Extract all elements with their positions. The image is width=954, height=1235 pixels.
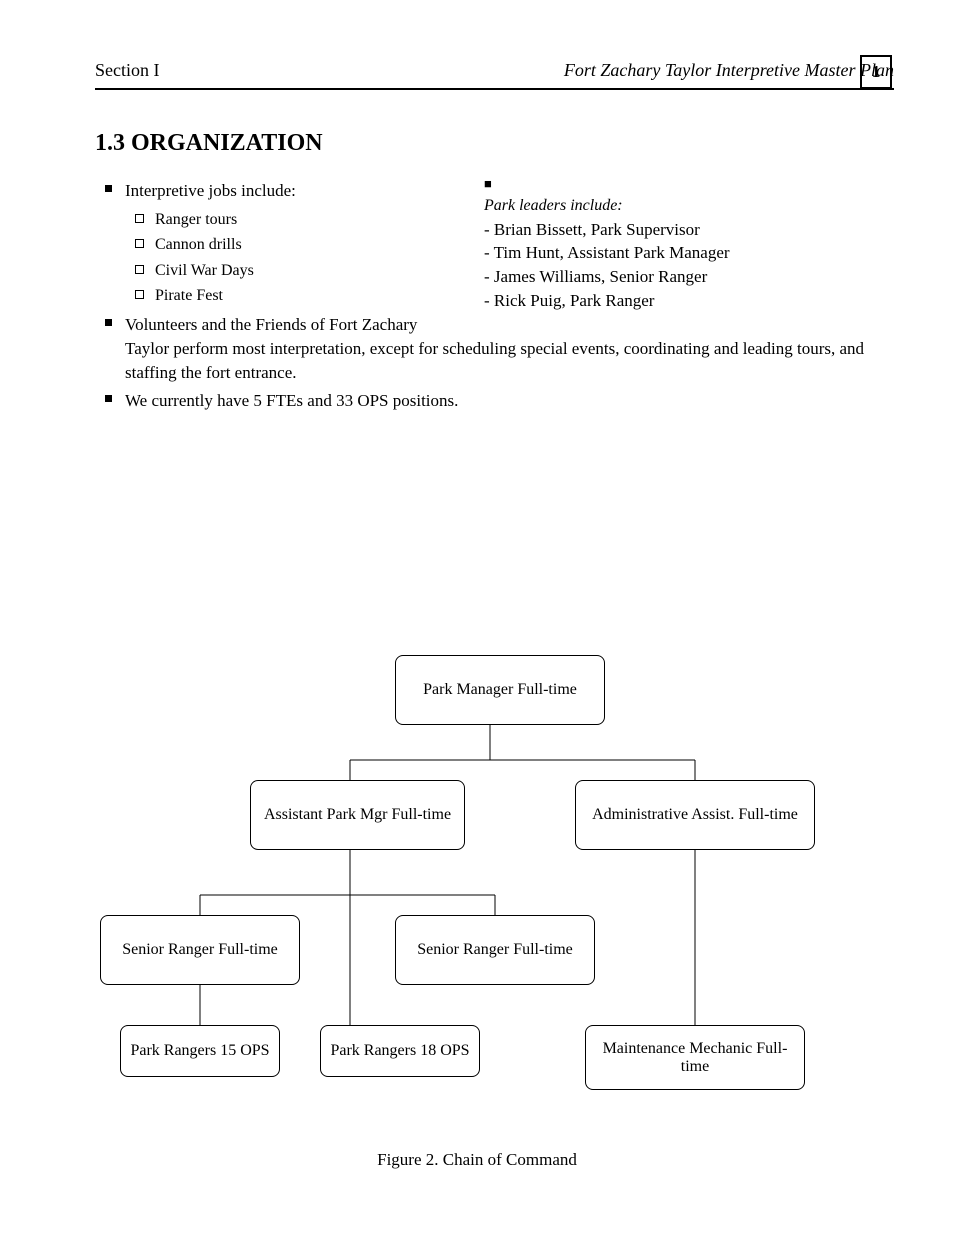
org-box: Senior Ranger Full-time bbox=[395, 915, 595, 985]
header-section: Section I bbox=[95, 60, 160, 81]
sub-list: Ranger tours Cannon drills Civil War Day… bbox=[125, 209, 874, 308]
list-item: Interpretive jobs include: Ranger tours … bbox=[95, 179, 874, 307]
figure-caption: Figure 2. Chain of Command bbox=[0, 1150, 954, 1170]
org-chart: Park Manager Full-time Assistant Park Mg… bbox=[95, 645, 874, 1115]
org-box: Park Rangers 18 OPS bbox=[320, 1025, 480, 1077]
org-box: Maintenance Mechanic Full-time bbox=[585, 1025, 805, 1090]
list-item: Cannon drills bbox=[125, 234, 874, 256]
header-rule bbox=[95, 88, 894, 90]
page-number-box: 1 bbox=[860, 55, 892, 89]
body-content: ■ Park leaders include: - Brian Bissett,… bbox=[95, 175, 874, 417]
org-box: Park Rangers 15 OPS bbox=[120, 1025, 280, 1077]
item-lead: Interpretive jobs include: bbox=[125, 181, 296, 200]
list-item: Civil War Days bbox=[125, 260, 874, 282]
org-box: Park Manager Full-time bbox=[395, 655, 605, 725]
list-item: Ranger tours bbox=[125, 209, 874, 231]
list-item: Pirate Fest bbox=[125, 285, 874, 307]
section-title: 1.3 ORGANIZATION bbox=[95, 130, 323, 157]
bullet-list: Interpretive jobs include: Ranger tours … bbox=[95, 179, 874, 413]
header-doc: Fort Zachary Taylor Interpretive Master … bbox=[564, 60, 894, 81]
org-box: Administrative Assist. Full-time bbox=[575, 780, 815, 850]
list-item: We currently have 5 FTEs and 33 OPS posi… bbox=[95, 389, 874, 413]
org-box: Senior Ranger Full-time bbox=[100, 915, 300, 985]
org-box: Assistant Park Mgr Full-time bbox=[250, 780, 465, 850]
list-item: Volunteers and the Friends of Fort Zacha… bbox=[95, 313, 874, 384]
